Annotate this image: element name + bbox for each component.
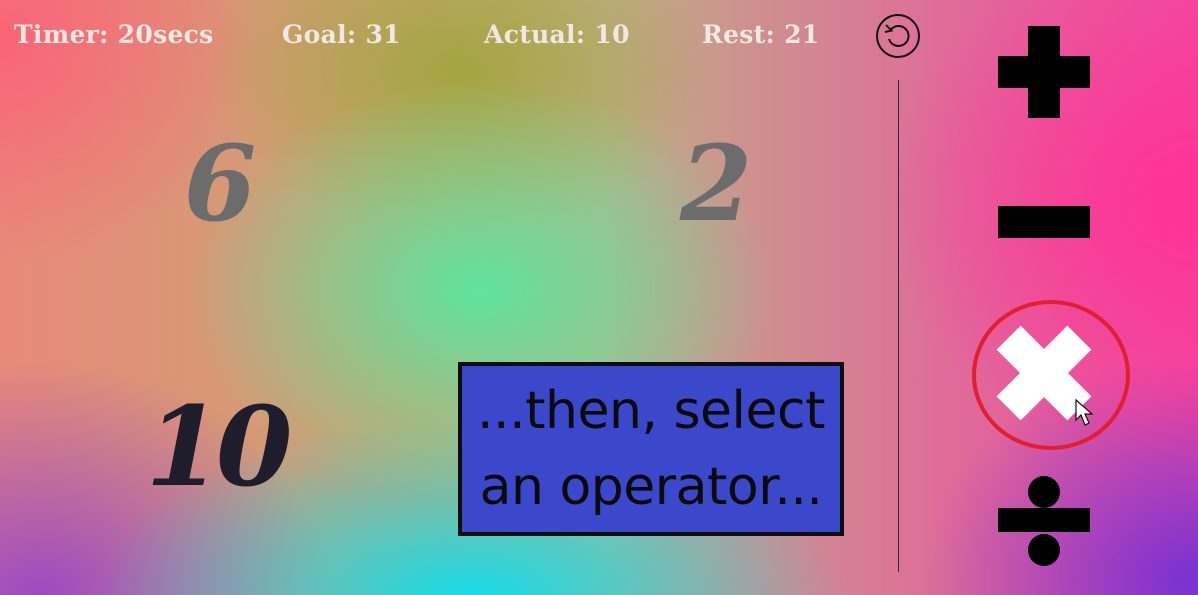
minus-icon [998,206,1090,238]
actual-value: 10 [594,20,630,49]
reset-button[interactable] [875,13,921,59]
actual-stat: Actual: 10 [484,18,630,52]
multiply-operator-button[interactable] [972,300,1130,450]
timer-label: Timer: [14,20,109,49]
rest-stat: Rest: 21 [702,18,819,52]
rest-value: 21 [784,20,820,49]
mouse-pointer-icon [1075,398,1094,426]
divide-icon [998,476,1090,566]
plus-operator-button[interactable] [998,26,1090,118]
divide-operator-button[interactable] [998,474,1090,566]
hint-line-1: ...then, select [477,381,825,441]
plus-icon [998,26,1090,118]
timer-stat: Timer: 20secs [14,18,214,52]
hint-line-2: an operator... [479,457,823,517]
timer-value: 20secs [117,20,214,49]
goal-value: 31 [365,20,401,49]
rest-label: Rest: [702,20,776,49]
number-tile-top-left[interactable]: 6 [170,132,270,236]
actual-label: Actual: [484,20,586,49]
goal-stat: Goal: 31 [282,18,401,52]
panel-divider [898,80,899,572]
multiply-icon [972,300,1130,450]
minus-operator-button[interactable] [998,206,1090,238]
goal-label: Goal: [282,20,357,49]
number-tile-bottom-left[interactable]: 10 [136,392,296,502]
tutorial-hint-box: ...then, select an operator... [458,362,844,536]
reset-icon [876,14,920,58]
number-tile-top-right[interactable]: 2 [668,132,764,236]
